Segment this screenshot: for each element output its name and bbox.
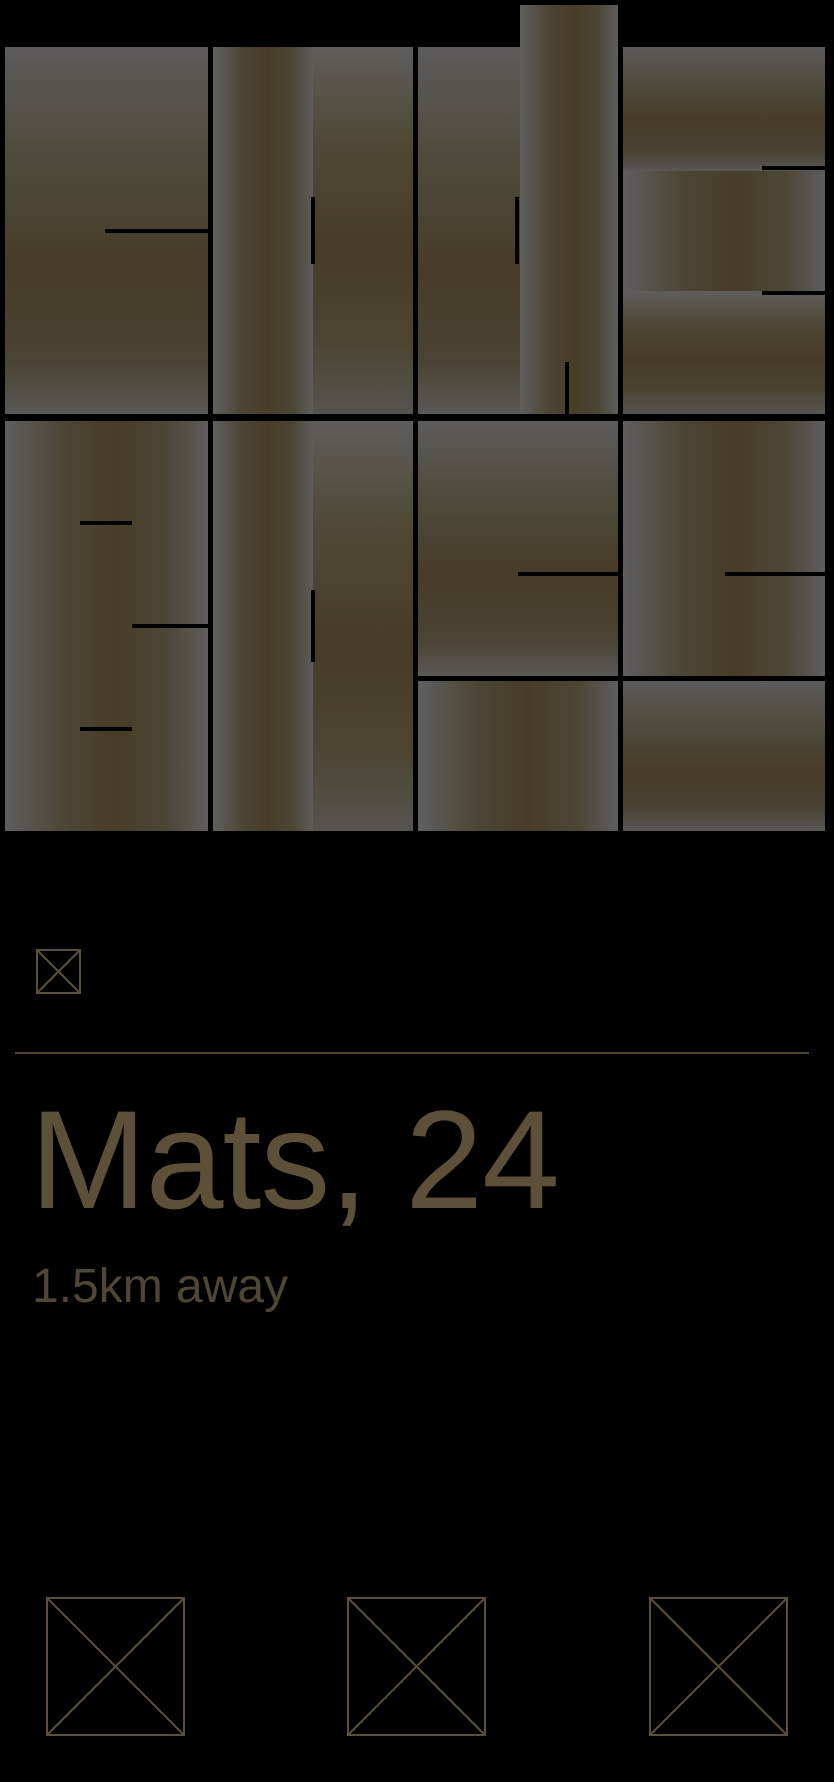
tile-divider: [623, 677, 723, 681]
photo-tile: [623, 171, 825, 291]
info-placeholder-icon[interactable]: [36, 949, 81, 994]
section-divider: [15, 1052, 809, 1054]
tile-divider: [515, 197, 519, 264]
tile-divider: [80, 521, 132, 525]
photo-tile: [623, 681, 825, 831]
placeholder-x-icon: [347, 1597, 486, 1736]
photo-tile: [418, 47, 520, 414]
photo-tile: [623, 421, 825, 676]
photo-tile: [418, 421, 618, 676]
photo-tile: [520, 5, 618, 414]
tile-divider: [762, 166, 825, 170]
profile-distance: 1.5km away: [32, 1260, 289, 1313]
tile-divider: [518, 572, 618, 576]
tile-divider: [565, 362, 569, 414]
photo-tile: [623, 291, 825, 414]
action-right-button[interactable]: [649, 1597, 788, 1736]
profile-screen: Mats, 24 1.5km away: [0, 0, 834, 1782]
placeholder-x-icon: [649, 1597, 788, 1736]
action-middle-button[interactable]: [347, 1597, 486, 1736]
profile-photo-collage[interactable]: [0, 0, 834, 840]
action-left-button[interactable]: [46, 1597, 185, 1736]
photo-tile: [418, 681, 618, 831]
tile-divider: [311, 197, 315, 264]
placeholder-x-icon: [46, 1597, 185, 1736]
photo-tile: [313, 47, 413, 414]
profile-name-age: Mats, 24: [30, 1081, 560, 1238]
tile-divider: [311, 590, 315, 662]
photo-tile: [313, 421, 413, 831]
photo-tile: [623, 47, 825, 171]
tile-divider: [105, 229, 208, 233]
photo-tile: [213, 421, 313, 831]
tile-divider: [762, 291, 825, 295]
tile-divider: [132, 624, 208, 628]
photo-tile: [213, 47, 313, 414]
tile-divider: [418, 677, 518, 681]
tile-divider: [80, 727, 132, 731]
tile-divider: [725, 572, 825, 576]
